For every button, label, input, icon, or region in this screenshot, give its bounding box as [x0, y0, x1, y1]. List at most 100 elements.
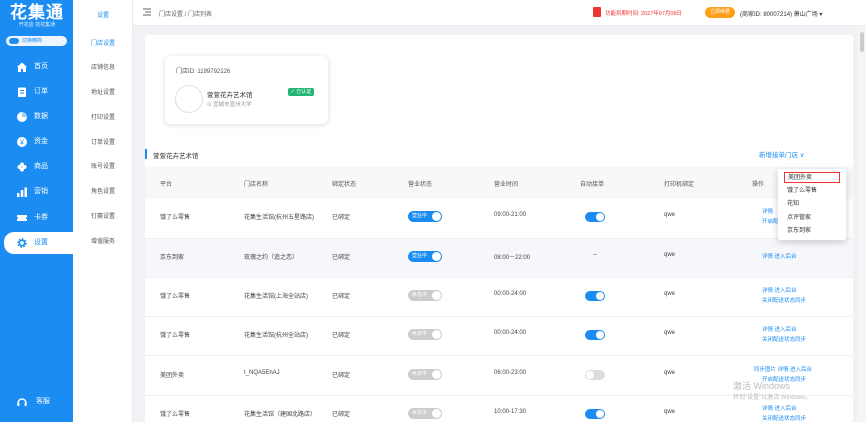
add-store-dropdown[interactable]: 新增接单门店 ∨ [759, 149, 805, 159]
cell-bind-status: 已绑定 [332, 412, 351, 418]
action-link[interactable]: 开启配 [762, 217, 779, 225]
subnav-item[interactable]: 门店设置 [73, 38, 133, 47]
nav-item-pie-chart[interactable]: 数据 [0, 106, 73, 128]
header-bind-status: 绑定状态 [332, 182, 357, 188]
switch-knob [9, 38, 19, 44]
cell-store-name: 玫瑰之约（追之恋） [244, 255, 299, 261]
nav-item-flower[interactable]: 商品 [0, 156, 73, 178]
subnav-item[interactable]: 打印设置 [73, 112, 133, 121]
nav-item-ticket[interactable]: 卡券 [0, 207, 73, 229]
toggle-knob [432, 370, 441, 379]
business-status-toggle[interactable]: 营业中 [408, 251, 442, 262]
store-location: ⊙ 宣城市宣州大学 [207, 100, 252, 108]
business-status-toggle[interactable]: 休息中 [408, 369, 442, 380]
header-business-status: 营业状态 [408, 182, 433, 188]
business-status-toggle[interactable]: 休息中 [408, 408, 442, 419]
subnav-item[interactable]: 地址设置 [73, 87, 133, 96]
cell-business-hours: 08:00－22:00 [494, 255, 531, 261]
dropdown-option[interactable]: 点评管家 [784, 213, 840, 224]
nav-label: 订单 [34, 88, 48, 95]
cell-business-hours: 00:00-24:00 [494, 330, 527, 336]
logo: 花集通 开花店 找花集通 [6, 4, 68, 29]
action-link[interactable]: 关闭配送状态同步 [762, 296, 806, 304]
cell-bind-status: 已绑定 [332, 215, 351, 221]
calendar-icon [593, 7, 601, 17]
nav-label: 卡券 [34, 214, 48, 221]
status-label: 营业中 [412, 213, 428, 219]
header-auto-accept: 自动接单 [580, 182, 605, 188]
page-scrollbar[interactable] [858, 26, 866, 422]
top-bar: 门店设置 / 门店列表 功能到期时间: 2027年07月08日 立即续费 (商家… [133, 0, 866, 26]
verified-badge: ✓ 已认证 [288, 88, 314, 96]
auto-accept-toggle[interactable] [585, 212, 605, 222]
nav-item-chart[interactable]: 营销 [0, 181, 73, 203]
action-link[interactable]: 详情 进入后台 [762, 404, 797, 412]
status-label: 休息中 [412, 292, 428, 298]
action-link[interactable]: 详情 进入后台 [762, 325, 797, 333]
action-link[interactable]: 详情 [762, 207, 773, 215]
action-link[interactable]: 详情 进入后台 [762, 286, 797, 294]
nav-label: 资金 [34, 138, 48, 145]
home-icon [17, 62, 27, 72]
auto-accept-toggle[interactable] [585, 291, 605, 301]
auto-accept-toggle[interactable] [585, 409, 605, 419]
table-row: 饿了么零售 花集生活馆(上海全站店) 已绑定 休息中 00:00-24:00 qwe 详情 … [145, 278, 853, 317]
status-label: 休息中 [412, 371, 428, 377]
customer-service-button[interactable]: 客服 [0, 393, 73, 411]
breadcrumb: 门店设置 / 门店列表 [159, 12, 213, 18]
chart-icon [17, 187, 27, 197]
subnav-item[interactable]: 钉赛设置 [73, 211, 133, 220]
logo-subtitle: 开花店 找花集通 [18, 22, 56, 28]
auto-accept-toggle[interactable] [585, 370, 605, 380]
action-link[interactable]: 详情 进入后台 [762, 252, 797, 260]
subnav-item[interactable]: 账号设置 [73, 161, 133, 170]
subnav-title: 设置 [96, 13, 109, 19]
dropdown-option[interactable]: 花知 [784, 199, 840, 210]
action-link[interactable]: 关闭配送状态同步 [762, 414, 806, 422]
pie-chart-icon [17, 112, 27, 122]
dropdown-option[interactable]: 饿了么零售 [784, 186, 840, 197]
scrollbar-thumb[interactable] [860, 32, 864, 52]
table-header: 平台 门店名称 绑定状态 营业状态 营业时间 自动接单 打印机绑定 操作 [145, 167, 853, 199]
auto-accept-toggle[interactable] [585, 330, 605, 340]
svg-text:¥: ¥ [20, 140, 24, 147]
cell-bind-status: 已绑定 [332, 294, 351, 300]
renew-button[interactable]: 立即续费 [705, 7, 735, 18]
toggle-knob [596, 213, 604, 221]
header-business-hours: 营业时间 [494, 182, 519, 188]
action-link[interactable]: 关闭配送状态同步 [762, 335, 806, 343]
coin-icon: ¥ [17, 137, 27, 147]
toggle-knob [596, 410, 604, 418]
business-status-toggle[interactable]: 休息中 [408, 329, 442, 340]
cell-platform: 饿了么零售 [160, 294, 191, 300]
cell-printer: qwe [664, 252, 676, 258]
business-status-toggle[interactable]: 营业中 [408, 211, 442, 222]
nav-item-gear[interactable]: 设置 [4, 232, 73, 254]
cell-bind-status: 已绑定 [332, 255, 351, 261]
subnav-item[interactable]: 店铺信息 [73, 62, 133, 71]
mode-switch-button[interactable]: 切换精简 [6, 36, 67, 46]
business-status-toggle[interactable]: 休息中 [408, 290, 442, 301]
toggle-knob [596, 292, 604, 300]
dropdown-option[interactable]: 京东到家 [784, 226, 840, 237]
subnav-item[interactable]: 订单设置 [73, 137, 133, 146]
action-link[interactable]: 同步图片 详情 进入后台 [754, 365, 812, 373]
nav-item-clipboard[interactable]: 订单 [0, 81, 73, 103]
nav-item-coin[interactable]: ¥ 资金 [0, 131, 73, 153]
nav-item-home[interactable]: 首页 [0, 56, 73, 78]
cell-business-hours: 10:00-17:30 [494, 409, 527, 415]
table-row: 京东到家 玫瑰之约（追之恋） 已绑定 营业中 08:00－22:00 -- qwe 详情 进入… [145, 239, 853, 278]
cell-bind-status: 已绑定 [332, 373, 351, 379]
merchant-selector[interactable]: (商家ID: 80007214) 萧山广场 ▾ [740, 9, 822, 18]
customer-service-label: 客服 [36, 398, 50, 405]
app-root: 花集通 开花店 找花集通 切换精简 首页 订单 数据 ¥ 资金 商品 营销 卡券 设置 客服 设… [0, 0, 866, 422]
toggle-knob [432, 252, 441, 261]
cell-store-name: 花集生活馆(杭州五星路店) [244, 215, 314, 221]
menu-toggle-icon[interactable] [143, 8, 151, 16]
dropdown-option[interactable]: 美团外卖 [784, 172, 840, 183]
cell-business-hours: 06:00-23:00 [494, 370, 527, 376]
subnav-item[interactable]: 增值服务 [73, 236, 133, 245]
cell-printer: qwe [664, 212, 676, 218]
subnav-item[interactable]: 角色设置 [73, 186, 133, 195]
cell-platform: 饿了么零售 [160, 215, 191, 221]
